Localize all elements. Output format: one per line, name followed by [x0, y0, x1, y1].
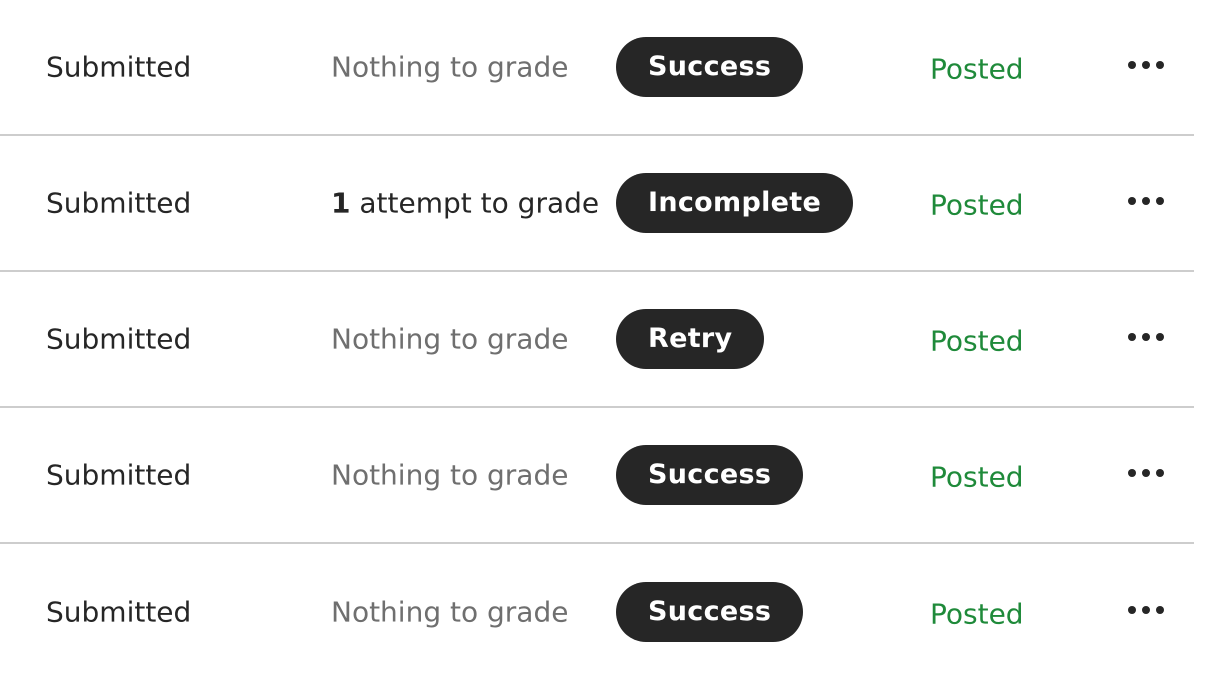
posted-status: Posted	[930, 324, 1024, 358]
grading-status: 1 attempt to grade	[331, 187, 599, 220]
grading-status-text: Nothing to grade	[331, 595, 569, 629]
table-row: Submitted 1 attempt to grade Incomplete …	[0, 136, 1194, 272]
more-horizontal-icon	[1142, 61, 1150, 69]
more-horizontal-icon	[1156, 61, 1164, 69]
posted-status: Posted	[930, 460, 1024, 494]
more-horizontal-icon	[1128, 61, 1136, 69]
more-horizontal-icon	[1128, 606, 1136, 614]
more-horizontal-icon	[1142, 197, 1150, 205]
submission-status: Submitted	[46, 50, 192, 84]
table-row: Submitted Nothing to grade Retry Posted	[0, 272, 1194, 408]
grading-status: Nothing to grade	[331, 459, 568, 492]
more-options-button[interactable]	[1128, 600, 1164, 620]
more-options-button[interactable]	[1128, 327, 1164, 347]
submission-status: Submitted	[46, 458, 192, 492]
more-horizontal-icon	[1128, 333, 1136, 341]
result-badge[interactable]: Incomplete	[616, 173, 854, 233]
more-options-button[interactable]	[1128, 191, 1164, 211]
submissions-list: Submitted Nothing to grade Success Poste…	[0, 0, 1228, 668]
posted-status: Posted	[930, 52, 1024, 86]
result-badge[interactable]: Success	[616, 37, 804, 97]
grading-status: Nothing to grade	[331, 323, 568, 356]
submission-status: Submitted	[46, 186, 192, 220]
table-row: Submitted Nothing to grade Success Poste…	[0, 0, 1194, 136]
grading-status-text: attempt to grade	[350, 186, 600, 220]
result-badge[interactable]: Success	[616, 582, 804, 642]
more-horizontal-icon	[1156, 606, 1164, 614]
more-horizontal-icon	[1156, 333, 1164, 341]
posted-status: Posted	[930, 188, 1024, 222]
more-horizontal-icon	[1142, 333, 1150, 341]
more-options-button[interactable]	[1128, 463, 1164, 483]
more-horizontal-icon	[1128, 197, 1136, 205]
grading-status: Nothing to grade	[331, 596, 568, 629]
more-horizontal-icon	[1142, 606, 1150, 614]
grading-status-text: Nothing to grade	[331, 458, 569, 492]
submission-status: Submitted	[46, 595, 192, 629]
more-horizontal-icon	[1128, 469, 1136, 477]
more-horizontal-icon	[1156, 469, 1164, 477]
submission-status: Submitted	[46, 322, 192, 356]
table-row: Submitted Nothing to grade Success Poste…	[0, 408, 1194, 544]
more-horizontal-icon	[1142, 469, 1150, 477]
grading-status-text: Nothing to grade	[331, 50, 569, 84]
result-badge[interactable]: Retry	[616, 309, 765, 369]
grading-status-text: Nothing to grade	[331, 322, 569, 356]
table-row: Submitted Nothing to grade Success Poste…	[0, 544, 1194, 680]
more-horizontal-icon	[1156, 197, 1164, 205]
result-badge[interactable]: Success	[616, 445, 804, 505]
more-options-button[interactable]	[1128, 55, 1164, 75]
attempt-count: 1	[331, 186, 351, 220]
posted-status: Posted	[930, 597, 1024, 631]
grading-status: Nothing to grade	[331, 51, 568, 84]
